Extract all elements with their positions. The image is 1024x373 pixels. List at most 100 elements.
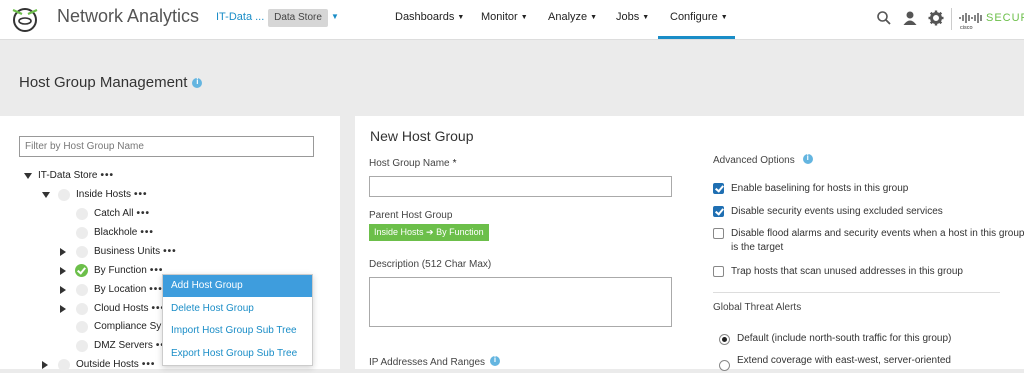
radio-label: Default (include north-south traffic for… xyxy=(737,333,952,344)
parent-host-group-label: Parent Host Group xyxy=(369,210,453,221)
nav-jobs[interactable]: Jobs ▼ xyxy=(616,11,649,23)
tree-node-by-function[interactable]: By Function ••• xyxy=(60,263,163,279)
menu-item-delete-host-group[interactable]: Delete Host Group xyxy=(163,298,312,320)
radio-extend-coverage[interactable] xyxy=(719,360,730,371)
chevron-down-icon[interactable]: ▼ xyxy=(331,12,339,21)
menu-item-export-sub-tree[interactable]: Export Host Group Sub Tree xyxy=(163,343,312,365)
checkbox-disable-flood-alarms[interactable] xyxy=(713,228,724,239)
check-circle-icon xyxy=(75,264,88,277)
tree-node-blackhole[interactable]: Blackhole ••• xyxy=(76,225,154,241)
chevron-down-icon: ▼ xyxy=(642,14,650,21)
expand-arrow-icon[interactable] xyxy=(60,305,66,313)
advanced-options-title: Advanced Options xyxy=(713,153,813,166)
description-textarea[interactable] xyxy=(369,277,672,327)
tree-node-catch-all[interactable]: Catch All ••• xyxy=(76,206,150,222)
host-group-name-label-text: Host Group Name xyxy=(369,158,450,169)
status-circle-icon xyxy=(76,227,88,239)
checkbox-label: Disable security events using excluded s… xyxy=(731,206,943,217)
tree-node-inside-hosts[interactable]: Inside Hosts ••• xyxy=(42,187,148,203)
required-mark: * xyxy=(452,158,457,169)
tree-node-label: Catch All xyxy=(94,208,134,219)
info-icon[interactable] xyxy=(802,153,813,164)
info-icon[interactable] xyxy=(490,355,501,366)
expand-arrow-icon[interactable] xyxy=(24,173,32,179)
parent-path-tag: Inside Hosts ➔ By Function xyxy=(369,224,489,241)
checkbox-label: Trap hosts that scan unused addresses in… xyxy=(731,266,963,277)
status-circle-icon xyxy=(76,340,88,352)
nav-analyze[interactable]: Analyze ▼ xyxy=(548,11,597,23)
data-store-badge[interactable]: Data Store xyxy=(268,9,328,27)
more-options-icon[interactable]: ••• xyxy=(149,284,163,295)
more-options-icon[interactable]: ••• xyxy=(134,189,148,200)
nav-label: Analyze xyxy=(548,11,588,23)
page-title: Host Group Management xyxy=(19,74,203,91)
host-group-name-input[interactable] xyxy=(369,176,672,197)
app-title: Network Analytics xyxy=(57,6,200,26)
description-label: Description (512 Char Max) xyxy=(369,259,492,270)
checkbox-trap-hosts[interactable] xyxy=(713,266,724,277)
tenant-selector[interactable]: IT-Data ... xyxy=(216,11,264,23)
nav-label: Configure xyxy=(670,11,718,23)
info-icon[interactable] xyxy=(192,77,203,88)
chevron-down-icon: ▼ xyxy=(457,14,465,21)
context-menu: Add Host Group Delete Host Group Import … xyxy=(162,274,313,366)
tree-node-dmz-servers[interactable]: DMZ Servers••• xyxy=(76,338,169,354)
top-navigation-bar: Network Analytics IT-Data ... Data Store… xyxy=(0,0,1024,40)
user-icon[interactable] xyxy=(902,10,918,26)
expand-arrow-icon[interactable] xyxy=(60,267,66,275)
status-circle-icon xyxy=(76,321,88,333)
svg-text:cisco: cisco xyxy=(960,25,973,30)
radio-default-coverage[interactable] xyxy=(719,334,730,345)
brand-text: SECUR xyxy=(986,12,1024,24)
new-host-group-panel: New Host Group Host Group Name * Parent H… xyxy=(355,116,1024,371)
status-circle-icon xyxy=(76,284,88,296)
ip-ranges-label: IP Addresses And Ranges xyxy=(369,355,501,368)
menu-item-import-sub-tree[interactable]: Import Host Group Sub Tree xyxy=(163,320,312,342)
chevron-down-icon: ▼ xyxy=(590,14,598,21)
tree-node-label: By Location xyxy=(94,284,147,295)
nav-label: Dashboards xyxy=(395,11,455,23)
tree-node-by-location[interactable]: By Location ••• xyxy=(60,282,163,298)
tree-node-it-data-store[interactable]: IT-Data Store ••• xyxy=(24,168,114,184)
more-options-icon[interactable]: ••• xyxy=(163,246,177,257)
form-title: New Host Group xyxy=(370,128,474,144)
nav-configure[interactable]: Configure ▼ xyxy=(670,11,728,23)
more-options-icon[interactable]: ••• xyxy=(136,208,150,219)
filter-input[interactable] xyxy=(19,136,314,157)
advanced-options-title-text: Advanced Options xyxy=(713,155,795,166)
status-circle-icon xyxy=(76,246,88,258)
tree-node-outside-hosts[interactable]: Outside Hosts ••• xyxy=(42,357,155,373)
expand-arrow-icon[interactable] xyxy=(60,286,66,294)
tree-node-compliance[interactable]: Compliance Sy xyxy=(76,319,161,335)
tree-node-cloud-hosts[interactable]: Cloud Hosts ••• xyxy=(60,301,165,317)
tree-node-label: By Function xyxy=(94,265,147,276)
app-logo-icon[interactable] xyxy=(10,6,40,34)
chevron-down-icon: ▼ xyxy=(720,14,728,21)
tree-node-label: DMZ Servers xyxy=(94,340,153,351)
page-title-text: Host Group Management xyxy=(19,74,188,91)
checkbox-enable-baselining[interactable] xyxy=(713,183,724,194)
tree-node-business-units[interactable]: Business Units ••• xyxy=(60,244,177,260)
section-divider xyxy=(713,292,1000,293)
menu-item-add-host-group[interactable]: Add Host Group xyxy=(163,275,312,297)
radio-label: Extend coverage with east-west, server-o… xyxy=(737,355,951,366)
expand-arrow-icon[interactable] xyxy=(42,361,48,369)
nav-monitor[interactable]: Monitor ▼ xyxy=(481,11,528,23)
tree-node-label: Business Units xyxy=(94,246,161,257)
nav-label: Jobs xyxy=(616,11,640,23)
checkbox-disable-security-events[interactable] xyxy=(713,206,724,217)
search-icon[interactable] xyxy=(876,10,892,26)
gear-icon[interactable] xyxy=(928,10,944,26)
nav-label: Monitor xyxy=(481,11,518,23)
more-options-icon[interactable]: ••• xyxy=(142,359,156,370)
expand-arrow-icon[interactable] xyxy=(42,192,50,198)
more-options-icon[interactable]: ••• xyxy=(100,170,114,181)
status-circle-icon xyxy=(58,359,70,371)
more-options-icon[interactable]: ••• xyxy=(140,227,154,238)
chevron-down-icon: ▼ xyxy=(520,14,528,21)
nav-dashboards[interactable]: Dashboards ▼ xyxy=(395,11,464,23)
checkbox-label: Enable baselining for hosts in this grou… xyxy=(731,183,909,194)
expand-arrow-icon[interactable] xyxy=(60,248,66,256)
status-circle-icon xyxy=(58,189,70,201)
tree-node-label: Cloud Hosts xyxy=(94,303,149,314)
